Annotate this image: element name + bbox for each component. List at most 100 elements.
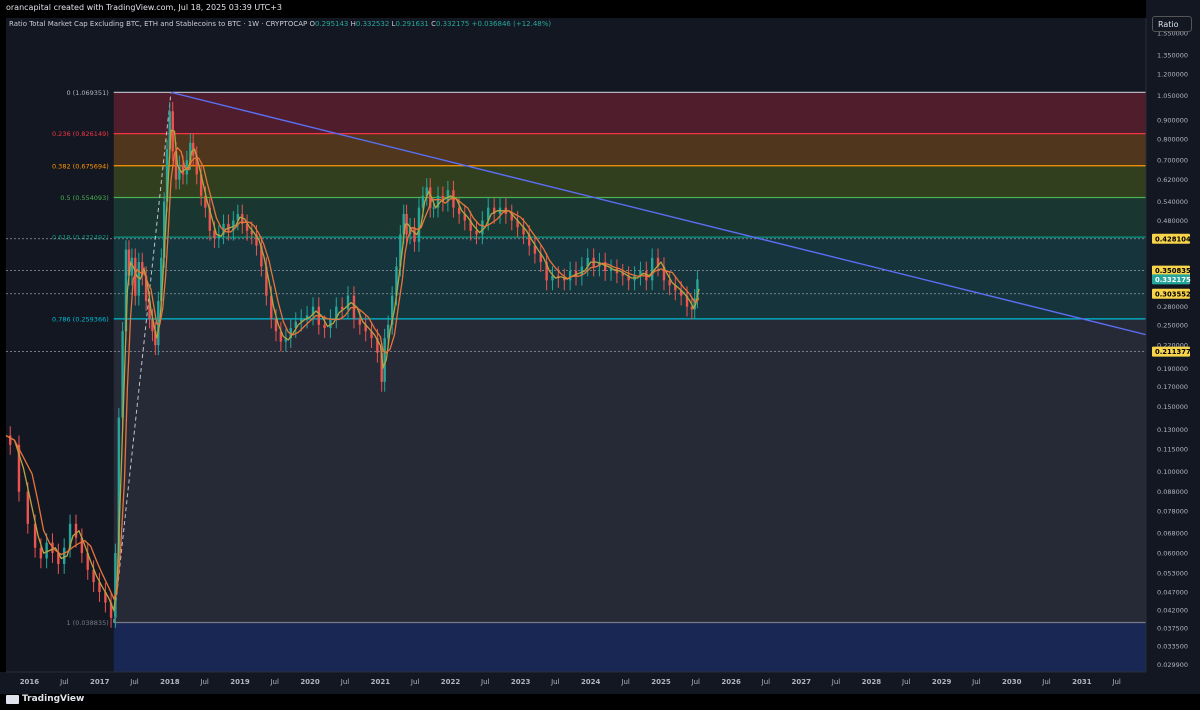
x-tick-label-3: Jul (129, 678, 139, 686)
fib-label-1: 0.236 (0.826149) (52, 130, 109, 138)
y-tick-label-27: 0.037500 (1157, 625, 1188, 633)
x-tick-label-10: 2021 (371, 678, 391, 686)
price-marker-label-4: 0.211377 (1155, 348, 1191, 356)
y-tick-label-14: 0.190000 (1157, 365, 1188, 373)
symbol-title: Ratio Total Market Cap Excluding BTC, ET… (9, 20, 308, 28)
x-tick-label-26: 2029 (932, 678, 952, 686)
fib-band-0 (113, 92, 1147, 134)
x-tick-label-9: Jul (340, 678, 350, 686)
x-tick-label-11: Jul (410, 678, 420, 686)
x-tick-label-0: 2016 (20, 678, 40, 686)
y-tick-label-28: 0.033500 (1157, 643, 1188, 651)
fib-label-5: 0.786 (0.259366) (52, 315, 109, 323)
y-tick-label-18: 0.115000 (1157, 445, 1188, 453)
tradingview-mark-icon (6, 694, 19, 704)
x-tick-label-18: 2025 (651, 678, 671, 686)
price-marker-label-3: 0.303552 (1155, 290, 1191, 298)
candle-body (432, 207, 435, 209)
candle-body (329, 318, 332, 329)
candle-body (417, 207, 421, 242)
tradingview-logo[interactable]: TradingView (6, 694, 84, 704)
x-tick-label-28: 2030 (1002, 678, 1022, 686)
candle-body (157, 301, 160, 346)
candle-body (481, 220, 484, 235)
y-tick-label-21: 0.078000 (1157, 508, 1188, 516)
candle-body (568, 270, 572, 281)
x-tick-label-23: Jul (831, 678, 841, 686)
y-tick-label-20: 0.088000 (1157, 488, 1188, 496)
candle-body (39, 547, 43, 559)
fib-label-3: 0.5 (0.554093) (60, 194, 109, 202)
y-tick-label-12: 0.250000 (1157, 321, 1188, 329)
fib-label-6: 1 (0.038835) (66, 619, 108, 627)
fib-band-3 (113, 197, 1147, 238)
chart-canvas[interactable]: 0 (1.069351) 0.236 (0.826149) 0.382 (0.675… (0, 0, 1200, 710)
fib-band-5 (113, 318, 1147, 623)
candle-body (475, 230, 478, 235)
x-tick-label-5: Jul (199, 678, 209, 686)
low-value: 0.291631 (395, 20, 429, 28)
y-tick-label-5: 0.800000 (1157, 135, 1188, 143)
x-tick-label-27: Jul (971, 678, 981, 686)
fib-label-0: 0 (1.069351) (66, 89, 108, 97)
x-tick-label-2: 2017 (90, 678, 110, 686)
footer-bar (0, 694, 1200, 710)
candle-body (26, 491, 30, 524)
y-tick-label-7: 0.620000 (1157, 176, 1188, 184)
fib-label-2: 0.382 (0.675694) (52, 162, 109, 170)
brand-name: TradingView (22, 694, 85, 704)
y-tick-label-24: 0.053000 (1157, 569, 1188, 577)
x-tick-label-30: 2031 (1072, 678, 1092, 686)
candle-body (650, 257, 654, 281)
fib-band-1 (113, 133, 1147, 166)
x-tick-label-7: Jul (269, 678, 279, 686)
x-tick-label-31: Jul (1111, 678, 1121, 686)
y-tick-label-4: 0.900000 (1157, 116, 1188, 124)
open-value: 0.295143 (314, 20, 349, 28)
y-tick-label-9: 0.480000 (1157, 217, 1188, 225)
y-tick-label-29: 0.029900 (1157, 661, 1188, 669)
x-tick-label-17: Jul (620, 678, 630, 686)
candle-body (63, 547, 66, 564)
close-value: 0.332175 (435, 20, 470, 28)
y-tick-label-17: 0.130000 (1157, 426, 1188, 434)
candle-body (457, 207, 461, 214)
x-tick-label-1: Jul (59, 678, 69, 686)
y-tick-label-22: 0.068000 (1157, 529, 1188, 537)
y-tick-label-1: 1.350000 (1157, 52, 1188, 60)
x-tick-label-20: 2026 (721, 678, 741, 686)
y-tick-label-25: 0.047000 (1157, 589, 1188, 597)
x-tick-label-19: Jul (691, 678, 701, 686)
price-axis-label[interactable]: Ratio (1152, 16, 1192, 32)
chart-screenshot: orancapital created with TradingView.com… (0, 0, 1200, 710)
fib-band-2 (113, 165, 1147, 198)
symbol-legend: Ratio Total Market Cap Excluding BTC, ET… (9, 20, 551, 28)
price-marker-label-0: 0.428104 (1155, 235, 1191, 243)
x-tick-label-8: 2020 (300, 678, 320, 686)
y-tick-label-16: 0.150000 (1157, 403, 1188, 411)
y-tick-label-3: 1.050000 (1157, 92, 1188, 100)
fib-band-6 (113, 622, 1147, 672)
candle-body (668, 280, 671, 286)
y-tick-label-11: 0.280000 (1157, 303, 1188, 311)
x-tick-label-6: 2019 (230, 678, 250, 686)
y-tick-label-6: 0.700000 (1157, 157, 1188, 165)
fib-label-4: 0.618 (0.432492) (52, 234, 109, 242)
x-tick-label-22: 2027 (791, 678, 811, 686)
x-tick-label-21: Jul (761, 678, 771, 686)
x-tick-label-15: Jul (550, 678, 560, 686)
candle-body (346, 295, 350, 310)
y-tick-label-26: 0.042000 (1157, 606, 1188, 614)
x-tick-label-4: 2018 (160, 678, 180, 686)
candle-body (45, 542, 48, 559)
y-tick-label-8: 0.540000 (1157, 198, 1188, 206)
y-tick-label-15: 0.170000 (1157, 383, 1188, 391)
x-tick-label-24: 2028 (862, 678, 882, 686)
price-marker-label-1: 0.350835 (1155, 267, 1191, 275)
candle-body (358, 318, 362, 325)
high-value: 0.332532 (355, 20, 390, 28)
price-marker-label-2: 0.332175 (1155, 276, 1191, 284)
candle-body (74, 523, 78, 538)
candle-body (323, 324, 326, 329)
y-tick-label-2: 1.200000 (1157, 70, 1188, 78)
